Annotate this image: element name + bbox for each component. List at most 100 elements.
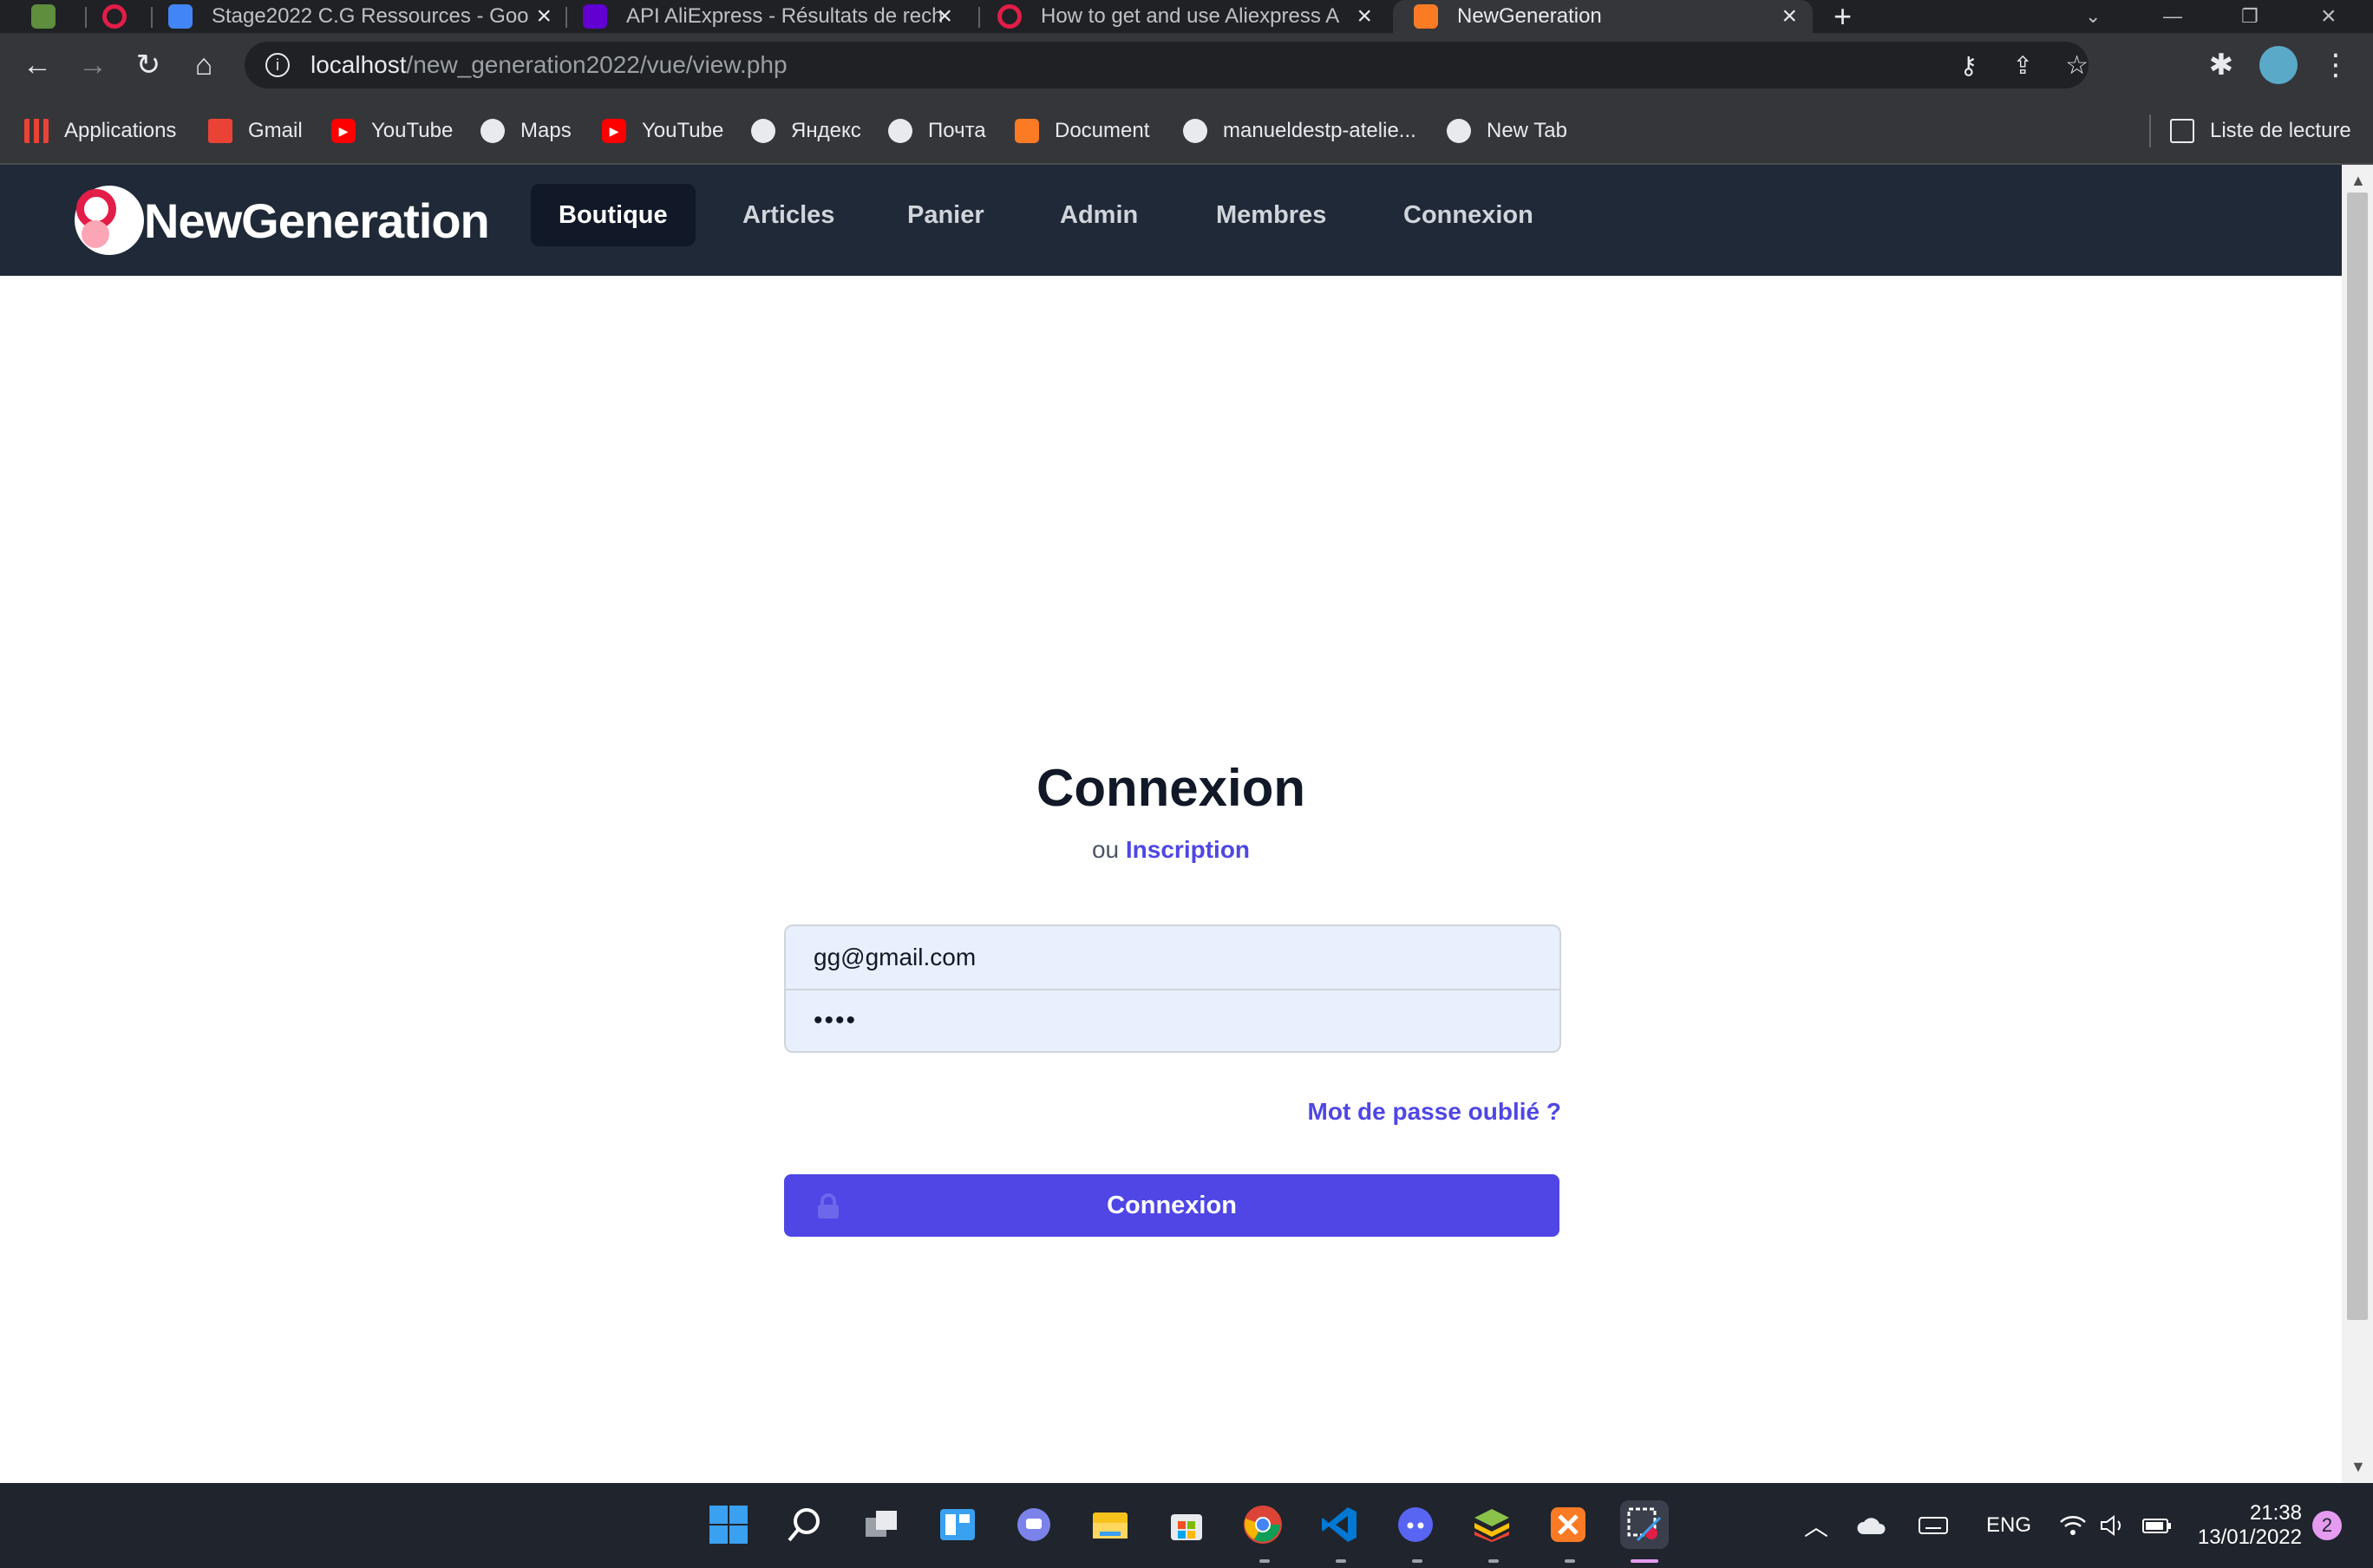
tab-yahoo[interactable]: API AliExpress - Résultats de rech × xyxy=(583,0,968,33)
tab-search-icon[interactable]: ⌄ xyxy=(2085,0,2111,33)
url-text: localhost/new_generation2022/vue/view.ph… xyxy=(311,51,788,79)
login-submit-button[interactable]: Connexion xyxy=(784,1174,1559,1237)
wifi-icon[interactable] xyxy=(2059,1483,2087,1568)
tab-aliexpress-guide[interactable]: How to get and use Aliexpress A × xyxy=(997,0,1388,33)
volume-icon[interactable] xyxy=(2099,1483,2127,1568)
reading-list-icon xyxy=(2170,119,2194,143)
close-icon[interactable]: × xyxy=(1356,0,1372,33)
signup-link[interactable]: Inscription xyxy=(1126,836,1250,863)
bookmark-gmail[interactable]: Gmail xyxy=(208,97,303,165)
site-info-icon[interactable]: i xyxy=(265,53,290,77)
tab-newgeneration[interactable]: NewGeneration × xyxy=(1393,0,1813,33)
email-field[interactable]: gg@gmail.com xyxy=(786,926,1559,989)
close-icon[interactable]: × xyxy=(536,0,552,33)
nav-articles[interactable]: Articles xyxy=(715,184,862,246)
bookmark-maps[interactable]: Maps xyxy=(480,97,572,165)
nav-admin[interactable]: Admin xyxy=(1032,184,1166,246)
bookmark-label: manueldestp-atelie... xyxy=(1223,119,1416,142)
youtube-icon: ▶ xyxy=(331,119,356,143)
menu-icon[interactable]: ⋮ xyxy=(2312,42,2359,88)
nav-connexion[interactable]: Connexion xyxy=(1376,184,1561,246)
nav-membres[interactable]: Membres xyxy=(1188,184,1354,246)
task-view-icon[interactable] xyxy=(857,1500,905,1549)
home-icon[interactable]: ⌂ xyxy=(180,42,227,88)
tab-google-docs[interactable]: Stage2022 C.G Ressources - Goo × xyxy=(168,0,567,33)
file-explorer-icon[interactable] xyxy=(1086,1500,1134,1549)
forward-icon[interactable]: → xyxy=(69,42,116,88)
bookmark-label: Applications xyxy=(64,119,177,142)
bookmark-pochta[interactable]: Почта xyxy=(888,97,986,165)
show-hidden-icons-icon[interactable]: ︿ xyxy=(1804,1483,1828,1568)
url-host: localhost xyxy=(311,51,407,78)
bookmark-yandex[interactable]: Яндекс xyxy=(751,97,861,165)
store-icon[interactable] xyxy=(1162,1500,1211,1549)
bluestacks-icon[interactable] xyxy=(1468,1500,1516,1549)
scrollbar-thumb[interactable] xyxy=(2347,193,2368,1320)
reload-icon[interactable]: ↻ xyxy=(125,42,172,88)
bookmark-youtube[interactable]: ▶ YouTube xyxy=(331,97,453,165)
password-field[interactable]: •••• xyxy=(786,989,1559,1051)
restore-icon[interactable]: ❐ xyxy=(2241,0,2267,33)
forgot-password-link[interactable]: Mot de passe oublié ? xyxy=(1214,1098,1561,1126)
close-icon[interactable]: × xyxy=(1781,0,1797,33)
widgets-icon[interactable] xyxy=(933,1500,982,1549)
new-tab-button[interactable]: + xyxy=(1834,0,1868,33)
extensions-icon[interactable]: ✱ xyxy=(2198,42,2245,88)
language-indicator[interactable]: ENG xyxy=(1986,1483,2031,1568)
bookmark-manueldestp[interactable]: manueldestp-atelie... xyxy=(1183,97,1416,165)
nav-boutique[interactable]: Boutique xyxy=(531,184,696,246)
bookmark-new-tab[interactable]: New Tab xyxy=(1447,97,1567,165)
xampp-icon xyxy=(1414,4,1438,29)
profile-avatar[interactable] xyxy=(2255,42,2302,88)
page-scrollbar[interactable]: ▲ ▼ xyxy=(2342,165,2373,1483)
search-icon[interactable] xyxy=(781,1500,829,1549)
bookmark-label: YouTube xyxy=(371,119,454,142)
scroll-down-icon[interactable]: ▼ xyxy=(2350,1458,2366,1476)
back-icon[interactable]: ← xyxy=(14,42,61,88)
lock-icon xyxy=(818,1193,839,1218)
nav-panier[interactable]: Panier xyxy=(879,184,1012,246)
vscode-icon[interactable] xyxy=(1315,1500,1363,1549)
chrome-icon[interactable] xyxy=(1239,1500,1287,1549)
globe-icon xyxy=(888,119,912,143)
discord-icon[interactable] xyxy=(1391,1500,1440,1549)
key-icon[interactable]: ⚷ xyxy=(1959,51,1978,80)
window-close-icon[interactable]: × xyxy=(2321,0,2347,33)
close-icon[interactable]: × xyxy=(937,0,952,33)
scroll-up-icon[interactable]: ▲ xyxy=(2350,172,2366,190)
clock-time: 21:38 xyxy=(2249,1501,2302,1525)
keyboard-icon[interactable] xyxy=(1919,1483,1948,1568)
tab-shopify[interactable] xyxy=(31,0,66,33)
tab-separator xyxy=(85,7,87,28)
windows-start-icon[interactable] xyxy=(704,1500,753,1549)
snipping-tool-icon[interactable] xyxy=(1620,1500,1669,1549)
shopify-icon xyxy=(31,4,56,29)
star-icon[interactable]: ☆ xyxy=(2065,50,2089,81)
onedrive-icon[interactable] xyxy=(1856,1483,1887,1568)
bookmark-youtube-2[interactable]: ▶ YouTube xyxy=(602,97,723,165)
yahoo-icon xyxy=(583,4,607,29)
notification-badge[interactable]: 2 xyxy=(2312,1483,2342,1568)
teams-chat-icon[interactable] xyxy=(1010,1500,1058,1549)
battery-icon[interactable] xyxy=(2142,1483,2172,1568)
bookmarks-bar: Applications Gmail ▶ YouTube Maps ▶ YouT… xyxy=(0,97,2373,165)
bookmark-applications[interactable]: Applications xyxy=(24,97,176,165)
clock[interactable]: 21:38 13/01/2022 xyxy=(2194,1483,2302,1568)
reading-list[interactable]: Liste de lecture xyxy=(2170,97,2351,165)
xampp-taskbar-icon[interactable] xyxy=(1544,1500,1592,1549)
tab-sync[interactable] xyxy=(102,0,137,33)
tab-title: NewGeneration xyxy=(1457,4,1602,28)
globe-icon xyxy=(1447,119,1471,143)
bookmark-document[interactable]: Document xyxy=(1015,97,1149,165)
tab-title: How to get and use Aliexpress A xyxy=(1041,4,1340,28)
share-icon[interactable]: ⇪ xyxy=(2013,51,2033,80)
active-indicator xyxy=(1631,1559,1658,1563)
minimize-icon[interactable]: — xyxy=(2163,0,2189,33)
bookmark-label: Gmail xyxy=(248,119,303,142)
running-indicator xyxy=(1565,1559,1575,1563)
brand-logo[interactable]: NewGeneration xyxy=(75,186,490,255)
globe-icon xyxy=(480,119,505,143)
bookmark-label: Почта xyxy=(928,119,986,142)
address-bar[interactable]: i localhost/new_generation2022/vue/view.… xyxy=(245,42,2089,88)
url-path: /new_generation2022/vue/view.php xyxy=(406,51,788,78)
